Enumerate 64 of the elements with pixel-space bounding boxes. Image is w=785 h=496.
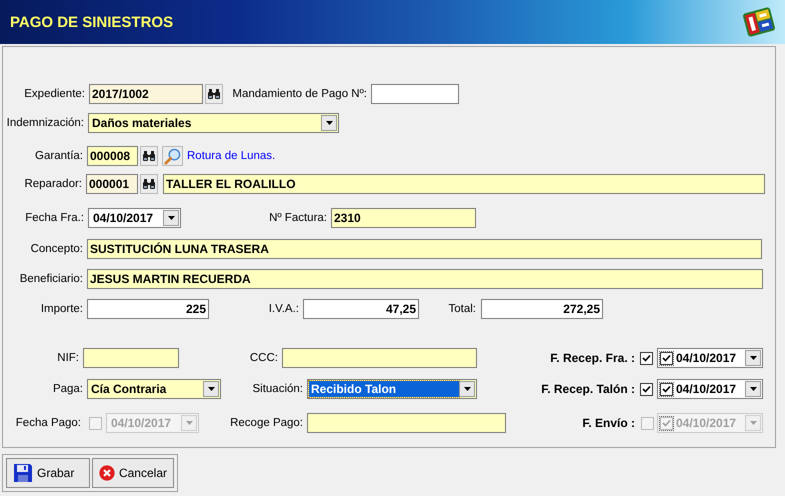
field-label: Total: bbox=[448, 303, 477, 315]
caret-icon bbox=[326, 121, 332, 125]
date-picker[interactable]: 04/10/2017 bbox=[657, 379, 763, 399]
input-field[interactable]: 2310 bbox=[331, 208, 476, 228]
field-label: Indemnización: bbox=[6, 117, 85, 129]
input-field[interactable]: JESUS MARTIN RECUERDA bbox=[87, 269, 763, 289]
checkbox[interactable] bbox=[660, 352, 673, 364]
input-field[interactable]: 272,25 bbox=[481, 299, 603, 319]
link[interactable]: Rotura de Lunas. bbox=[187, 150, 775, 162]
date-picker[interactable]: 04/10/2017 bbox=[657, 348, 763, 368]
field-label: Mandamiento de Pago Nº: bbox=[231, 88, 368, 100]
caret-icon bbox=[208, 387, 214, 391]
field-label: Reparador: bbox=[23, 178, 83, 190]
field-label: Expediente: bbox=[23, 88, 86, 100]
dropdown[interactable]: Recibido Talon bbox=[307, 379, 477, 399]
save-button[interactable]: Grabar bbox=[6, 458, 90, 488]
field-label: Nº Factura: bbox=[268, 212, 328, 224]
input-field[interactable] bbox=[307, 413, 506, 433]
field-label: F. Recep. Fra. : bbox=[549, 351, 636, 365]
checkbox[interactable] bbox=[660, 382, 673, 396]
field-label: F. Envío : bbox=[581, 416, 636, 430]
binoculars-button[interactable] bbox=[140, 174, 158, 194]
checkbox[interactable] bbox=[640, 382, 653, 396]
field-label: Concepto: bbox=[30, 243, 84, 255]
field-label: Situación: bbox=[251, 383, 304, 395]
input-field[interactable] bbox=[371, 84, 459, 104]
binoculars-button[interactable] bbox=[205, 84, 223, 104]
dropdown[interactable]: Cía Contraria bbox=[87, 379, 221, 399]
input-field[interactable]: TALLER EL ROALILLO bbox=[163, 174, 765, 194]
field-label: NIF: bbox=[56, 352, 80, 364]
input-field[interactable]: 000001 bbox=[86, 174, 138, 194]
field-label: Fecha Pago: bbox=[14, 417, 82, 429]
caret-icon bbox=[750, 356, 756, 360]
dropdown[interactable]: Daños materiales bbox=[88, 113, 339, 133]
field-label: CCC: bbox=[248, 352, 279, 364]
search-icon bbox=[164, 148, 181, 164]
binoculars-icon bbox=[142, 178, 156, 190]
input-field[interactable]: 47,25 bbox=[303, 299, 419, 319]
checkbox[interactable] bbox=[640, 352, 653, 364]
cancel-button[interactable]: Cancelar bbox=[92, 458, 174, 488]
binoculars-button[interactable] bbox=[140, 146, 158, 166]
window-title: PAGO DE SINIESTROS bbox=[10, 14, 174, 30]
input-field[interactable]: 225 bbox=[87, 299, 209, 319]
caret-icon bbox=[186, 421, 192, 425]
input-field[interactable]: SUSTITUCIÓN LUNA TRASERA bbox=[87, 239, 762, 259]
field-label: Beneficiario: bbox=[18, 273, 84, 285]
field-label: Importe: bbox=[40, 303, 84, 315]
binoculars-icon bbox=[207, 88, 221, 100]
input-field[interactable]: 2017/1002 bbox=[89, 84, 203, 104]
caret-icon bbox=[750, 421, 756, 425]
date-picker[interactable]: 04/10/2017 bbox=[88, 208, 181, 228]
caret-icon bbox=[750, 387, 756, 391]
input-field[interactable] bbox=[83, 348, 179, 368]
caret-icon bbox=[168, 216, 174, 220]
input-field[interactable] bbox=[282, 348, 477, 368]
binoculars-icon bbox=[142, 150, 156, 162]
input-field[interactable]: 000008 bbox=[87, 146, 138, 166]
field-label: F. Recep. Talón : bbox=[540, 382, 636, 396]
field-label: Recoge Pago: bbox=[229, 417, 304, 429]
field-label: Fecha Fra.: bbox=[24, 212, 85, 224]
caret-icon bbox=[464, 387, 470, 391]
field-label: Paga: bbox=[52, 383, 84, 395]
field-label: Garantía: bbox=[34, 150, 84, 162]
field-label: I.V.A.: bbox=[268, 303, 300, 315]
